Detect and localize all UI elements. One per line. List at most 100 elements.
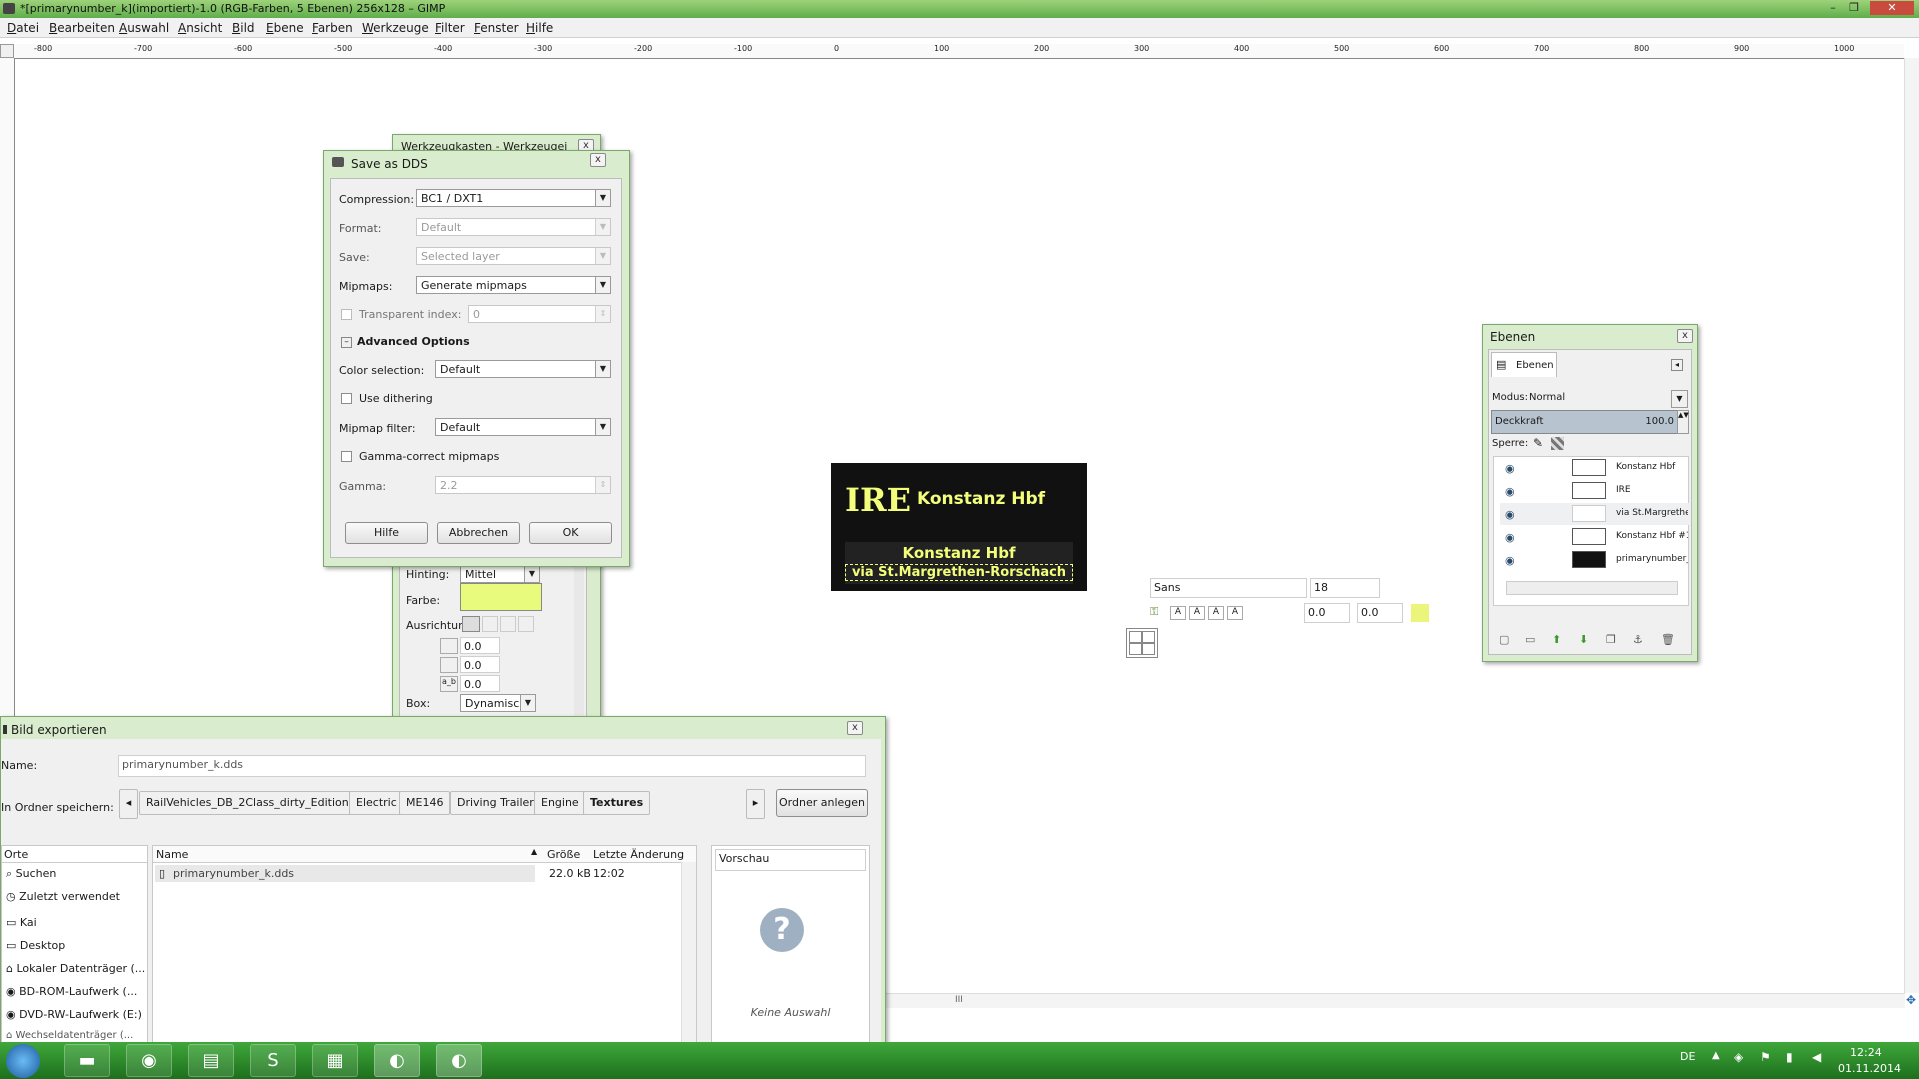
document-taskbar-icon[interactable]: ▤ [188,1044,234,1077]
text-size-field[interactable]: 18 [1310,578,1380,598]
gimp-taskbar-icon[interactable]: ◐ [436,1044,482,1077]
language-indicator[interactable]: DE [1680,1050,1695,1063]
help-button[interactable]: Hilfe [345,522,428,544]
menu-werkzeuge[interactable]: Werkzeuge [362,21,429,35]
tray-expand-icon[interactable]: ▲ [1712,1050,1720,1061]
box-select[interactable]: Dynamisch ▼ [460,694,536,712]
transparent-spin[interactable]: 0 ⇕ [468,305,611,323]
layer-item[interactable]: ◉ Konstanz Hbf [1500,457,1690,479]
network-icon[interactable]: ▮ [1786,1050,1793,1064]
opacity-slider[interactable]: Deckkraft 100.0 [1491,410,1678,434]
clock-date[interactable]: 01.11.2014 [1838,1062,1901,1075]
opacity-spin-icon[interactable]: ▲▼ [1677,410,1689,434]
breadcrumb-item[interactable]: Textures [583,791,651,815]
text-style-icon[interactable]: A [1170,606,1186,620]
layer-item[interactable]: ◉ IRE [1500,480,1690,502]
new-layer-group-icon[interactable]: ▭ [1525,633,1535,646]
menu-filter[interactable]: Filter [435,21,465,35]
hinting-select[interactable]: Mittel ▼ [460,565,540,583]
transparent-index-checkbox[interactable] [341,309,352,320]
close-button[interactable]: ✕ [1870,1,1914,15]
breadcrumb-item[interactable]: RailVehicles_DB_2Class_dirty_Edition [139,791,356,815]
crumb-back-icon[interactable]: ◂ [119,789,138,819]
eye-icon[interactable]: ◉ [1505,554,1515,567]
lock-pixels-icon[interactable]: ✎ [1533,436,1543,450]
text-style-icon[interactable]: A [1208,606,1224,620]
align-center-icon[interactable] [500,616,516,632]
align-right-icon[interactable] [482,616,498,632]
dithering-checkbox[interactable] [341,393,352,404]
text-color-button[interactable] [460,583,542,611]
eye-icon[interactable]: ◉ [1505,462,1515,475]
tab-menu-icon[interactable]: ◂ [1671,359,1683,371]
eye-icon[interactable]: ◉ [1505,485,1515,498]
crumb-forward-icon[interactable]: ▸ [746,789,765,819]
navigate-icon[interactable]: ✥ [1904,993,1918,1007]
clock-time[interactable]: 12:24 [1850,1046,1882,1059]
raise-layer-icon[interactable]: ⬆ [1552,633,1561,646]
menu-bearbeiten[interactable]: Bearbeiten [49,21,115,35]
align-left-icon[interactable] [462,616,480,632]
menu-ansicht[interactable]: Ansicht [178,21,222,35]
save-select[interactable]: Selected layer ▼ [416,247,611,265]
menu-ebene[interactable]: Ebene [266,21,304,35]
text-style-icon[interactable]: A [1189,606,1205,620]
anchor-layer-icon[interactable]: ⚓ [1633,633,1643,646]
horizontal-ruler[interactable]: -800 -700 -600 -500 -400 -300 -200 -100 … [14,44,1904,59]
gamma-correct-checkbox[interactable] [341,451,352,462]
firefox-taskbar-icon[interactable]: ◉ [126,1044,172,1077]
tray-app-icon[interactable]: ◈ [1734,1050,1743,1064]
line-spacing-spin[interactable]: 0.0 [460,656,500,673]
vertical-scrollbar[interactable] [1904,58,1919,993]
layer-item[interactable]: ◉ Konstanz Hbf #1 [1500,526,1690,548]
menu-bild[interactable]: Bild [232,21,255,35]
place-removable[interactable]: ⌂ Wechseldatenträger (... [6,1030,133,1042]
gimp-taskbar-icon[interactable]: ◐ [374,1044,420,1077]
letter-spacing-spin[interactable]: 0.0 [460,675,500,692]
text-color-swatch[interactable] [1411,604,1429,622]
text-offset-field[interactable]: 0.0 [1357,603,1403,623]
ruler-corner-icon[interactable] [0,44,14,58]
text-lock-icon[interactable]: ⚿ [1150,605,1158,619]
mode-select-chevron-icon[interactable]: ▼ [1671,390,1688,408]
maximize-button[interactable]: ❐ [1846,1,1862,15]
breadcrumb-item[interactable]: Engine [534,791,586,815]
new-folder-button[interactable]: Ordner anlegen [776,789,868,817]
minimize-button[interactable]: – [1825,1,1841,15]
delete-layer-icon[interactable]: 🗑 [1661,633,1675,646]
filename-input[interactable]: primarynumber_k.dds [118,755,866,777]
volume-icon[interactable]: ◀ [1812,1050,1821,1064]
color-selection-select[interactable]: Default ▼ [435,360,611,378]
lower-layer-icon[interactable]: ⬇ [1579,633,1588,646]
duplicate-layer-icon[interactable]: ❐ [1606,633,1616,646]
menu-fenster[interactable]: Fenster [474,21,519,35]
file-list-scrollbar[interactable] [681,862,696,1046]
place-dvd-rw[interactable]: ◉ DVD-RW-Laufwerk (E:) [6,1008,142,1021]
compression-select[interactable]: BC1 / DXT1 ▼ [416,189,611,207]
breadcrumb-item[interactable]: Driving Trailer [450,791,541,815]
place-recent[interactable]: ◷ Zuletzt verwendet [6,890,120,903]
menu-auswahl[interactable]: Auswahl [119,21,169,35]
dds-close-icon[interactable]: x [590,153,606,167]
layers-hscrollbar[interactable] [1506,581,1678,595]
horizontal-scrollbar[interactable]: III [885,993,1905,1008]
layer-item[interactable]: ◉ via St.Margrether [1500,503,1690,525]
layer-item[interactable]: ◉ primarynumber_k [1500,549,1690,571]
export-close-icon[interactable]: x [847,721,863,735]
lock-alpha-icon[interactable] [1551,437,1564,450]
new-layer-icon[interactable]: ▢ [1499,633,1509,646]
text-font-field[interactable]: Sans [1150,578,1307,598]
advanced-options-label[interactable]: Advanced Options [357,335,470,348]
eye-icon[interactable]: ◉ [1505,508,1515,521]
text-style-icon[interactable]: A [1227,606,1243,620]
mipmap-filter-select[interactable]: Default ▼ [435,418,611,436]
layers-dock-close-icon[interactable]: x [1677,329,1693,343]
place-bd-rom[interactable]: ◉ BD-ROM-Laufwerk (... [6,985,137,998]
start-button[interactable] [6,1044,40,1078]
ok-button[interactable]: OK [529,522,612,544]
menu-hilfe[interactable]: Hilfe [526,21,553,35]
collapse-icon[interactable]: – [341,337,352,348]
tray-flag-icon[interactable]: ⚑ [1760,1050,1771,1064]
place-desktop[interactable]: ▭ Desktop [6,939,65,952]
indent-spin[interactable]: 0.0 [460,637,500,654]
